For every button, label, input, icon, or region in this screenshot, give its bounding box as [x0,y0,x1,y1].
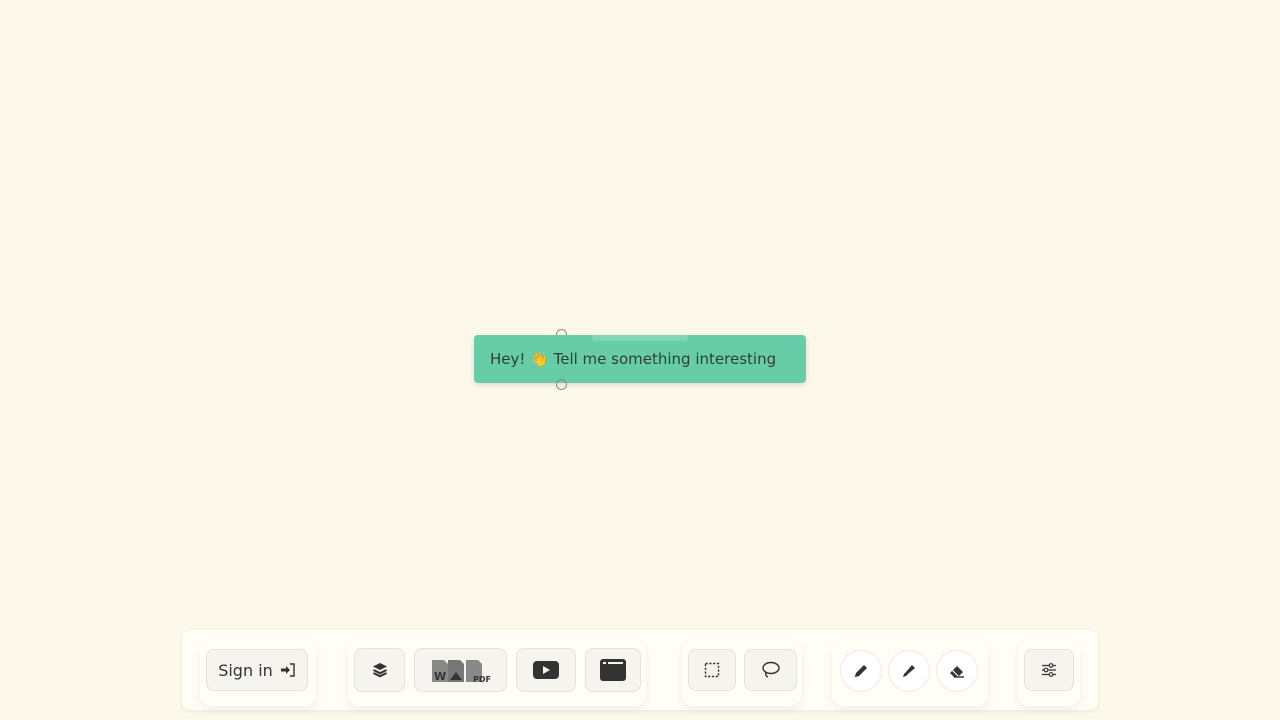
browser-button[interactable] [585,648,641,692]
svg-text:PDF: PDF [473,675,491,684]
rectangle-select-button[interactable] [688,649,736,691]
eraser-icon [948,662,966,680]
browser-window-icon [600,659,626,681]
selection-group [682,640,802,706]
pen-button[interactable] [840,650,882,692]
marker-icon [900,662,918,680]
layers-button[interactable] [354,648,405,692]
import-files-button[interactable]: W PDF [414,648,507,692]
sign-in-icon [277,663,296,677]
youtube-button[interactable] [516,648,576,692]
chat-node[interactable]: Hey! 👋 Tell me something interesting [474,328,806,392]
svg-text:W: W [434,670,446,683]
pencil-icon [852,662,870,680]
eraser-button[interactable] [936,650,978,692]
chat-node-body[interactable]: Hey! 👋 Tell me something interesting [474,335,806,383]
node-drag-bar[interactable] [592,335,688,341]
highlighter-button[interactable] [888,650,930,692]
play-icon [533,661,559,679]
file-types-icon: W PDF [430,656,492,684]
layers-icon [371,661,389,679]
sliders-icon [1041,662,1057,678]
insert-group: W PDF [348,640,646,706]
chat-node-text: Hey! 👋 Tell me something interesting [490,350,777,368]
settings-button[interactable] [1024,649,1074,691]
lasso-select-button[interactable] [744,649,797,691]
whiteboard-canvas[interactable]: Hey! 👋 Tell me something interesting [0,0,1280,720]
dashed-rectangle-icon [704,662,720,678]
draw-group [832,640,988,706]
sign-in-label: Sign in [218,660,273,680]
auth-group: Sign in [200,640,316,706]
lasso-icon [761,661,781,679]
node-bottom-handle[interactable] [556,379,567,390]
settings-group [1018,640,1080,706]
sign-in-button[interactable]: Sign in [206,649,308,691]
bottom-toolbar: Sign in W PDF [182,630,1098,710]
